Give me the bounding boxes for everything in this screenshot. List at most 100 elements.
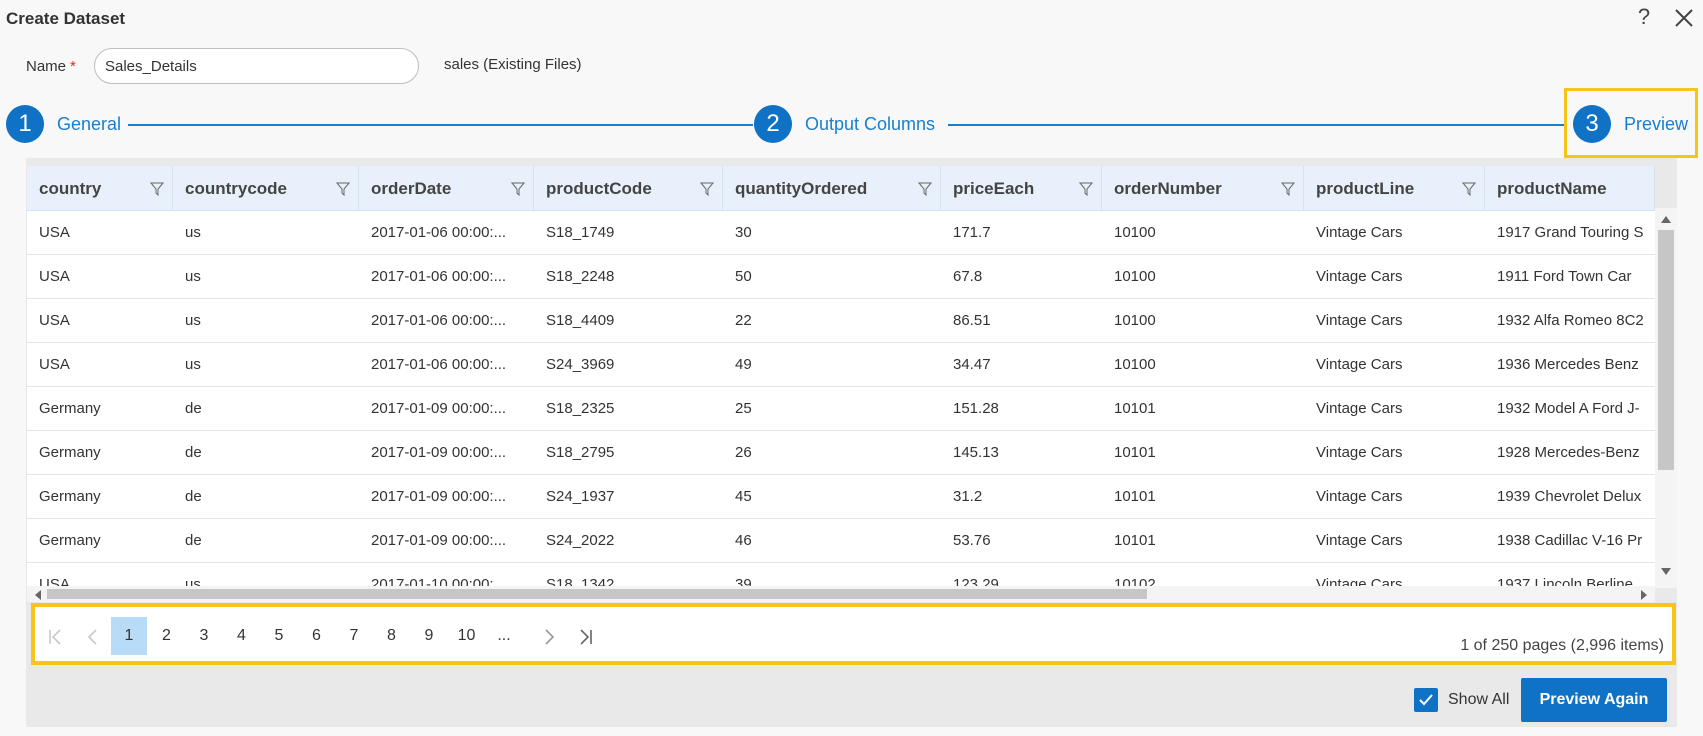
horizontal-scroll-thumb[interactable]: [47, 589, 1147, 599]
column-header-3[interactable]: productCode: [534, 166, 723, 211]
name-input[interactable]: [94, 48, 419, 84]
column-header-label: orderDate: [371, 178, 452, 198]
page-5[interactable]: 5: [261, 617, 297, 655]
help-icon[interactable]: ?: [1632, 4, 1656, 34]
page-7[interactable]: 7: [336, 617, 372, 655]
filter-icon[interactable]: [510, 181, 526, 197]
page-1[interactable]: 1: [111, 617, 147, 655]
table-cell: Vintage Cars: [1316, 532, 1403, 549]
last-page-icon[interactable]: [576, 627, 596, 647]
step-general[interactable]: 1 General: [6, 105, 121, 143]
table-cell: 53.76: [953, 532, 991, 549]
table-cell: 2017-01-09 00:00:...: [371, 532, 507, 549]
table-row[interactable]: USA us 2017-01-06 00:00:... S18_1749 30 171.7…: [27, 211, 1655, 255]
table-cell: 1936 Mercedes Benz: [1497, 356, 1639, 373]
pager: 1 2 3 4 5 6 7 8 9 10... 1 of 250 pages (2,996 ite…: [31, 603, 1676, 665]
step-number-2: 2: [754, 105, 792, 143]
table-cell: us: [185, 576, 201, 586]
vertical-scrollbar[interactable]: [1655, 208, 1677, 588]
check-icon[interactable]: [1414, 688, 1438, 712]
preview-again-button[interactable]: Preview Again: [1521, 678, 1667, 722]
table-cell: 67.8: [953, 268, 983, 285]
column-header-6[interactable]: orderNumber: [1102, 166, 1304, 211]
horizontal-scrollbar[interactable]: [27, 586, 1655, 602]
next-page-icon[interactable]: [539, 627, 559, 647]
step-output-columns[interactable]: 2 Output Columns: [754, 105, 935, 143]
column-header-label: productCode: [546, 178, 652, 198]
table-row[interactable]: Germany de 2017-01-09 00:00:... S24_1937 45 3…: [27, 475, 1655, 519]
filter-icon[interactable]: [149, 181, 165, 197]
table-cell: Vintage Cars: [1316, 488, 1403, 505]
first-page-icon[interactable]: [45, 627, 65, 647]
table-cell: de: [185, 400, 202, 417]
table-cell: 2017-01-06 00:00:...: [371, 268, 507, 285]
data-grid: country countrycode orderDate productCode qu…: [27, 166, 1655, 586]
step-label-output-columns: Output Columns: [805, 113, 936, 134]
page-8[interactable]: 8: [374, 617, 410, 655]
page-2[interactable]: 2: [149, 617, 185, 655]
page-4[interactable]: 4: [224, 617, 260, 655]
table-cell: 1939 Chevrolet Delux: [1497, 488, 1642, 505]
column-header-7[interactable]: productLine: [1304, 166, 1485, 211]
scroll-down-icon[interactable]: [1661, 568, 1671, 575]
column-header-0[interactable]: country: [27, 166, 173, 211]
page-6[interactable]: 6: [299, 617, 335, 655]
table-row[interactable]: Germany de 2017-01-09 00:00:... S18_2795 26 1…: [27, 431, 1655, 475]
table-cell: USA: [39, 356, 70, 373]
scroll-left-icon[interactable]: [35, 590, 41, 600]
vertical-scroll-thumb[interactable]: [1658, 230, 1674, 470]
table-cell: 45: [735, 488, 752, 505]
table-cell: 10102: [1114, 576, 1156, 586]
table-cell: 39: [735, 576, 752, 586]
scroll-up-icon[interactable]: [1661, 216, 1671, 223]
table-cell: Germany: [39, 488, 101, 505]
filter-icon[interactable]: [1078, 181, 1094, 197]
table-cell: 2017-01-10 00:00:...: [371, 576, 507, 586]
table-cell: 10100: [1114, 268, 1156, 285]
filter-icon[interactable]: [1280, 181, 1296, 197]
column-header-2[interactable]: orderDate: [359, 166, 534, 211]
table-cell: de: [185, 488, 202, 505]
page-10[interactable]: 10: [449, 617, 485, 655]
prev-page-icon[interactable]: [83, 627, 103, 647]
filter-icon[interactable]: [1461, 181, 1477, 197]
step-number-1: 1: [6, 105, 44, 143]
table-cell: us: [185, 224, 201, 241]
column-header-1[interactable]: countrycode: [173, 166, 359, 211]
table-row[interactable]: USA us 2017-01-10 00:00:... S18_1342 39 123.2…: [27, 563, 1655, 586]
filter-icon[interactable]: [917, 181, 933, 197]
table-cell: 2017-01-06 00:00:...: [371, 312, 507, 329]
table-cell: 25: [735, 400, 752, 417]
name-label-text: Name: [26, 58, 67, 75]
table-cell: Germany: [39, 400, 101, 417]
table-row[interactable]: USA us 2017-01-06 00:00:... S18_4409 22 86.51…: [27, 299, 1655, 343]
table-cell: 145.13: [953, 444, 999, 461]
column-header-label: productLine: [1316, 178, 1415, 198]
table-cell: 10100: [1114, 224, 1156, 241]
table-cell: 1928 Mercedes-Benz: [1497, 444, 1640, 461]
table-cell: S18_2325: [546, 400, 615, 417]
table-cell: S24_3969: [546, 356, 615, 373]
page-3[interactable]: 3: [186, 617, 222, 655]
table-cell: 2017-01-06 00:00:...: [371, 224, 507, 241]
table-cell: us: [185, 268, 201, 285]
table-cell: S18_4409: [546, 312, 615, 329]
table-row[interactable]: Germany de 2017-01-09 00:00:... S18_2325 25 1…: [27, 387, 1655, 431]
table-row[interactable]: Germany de 2017-01-09 00:00:... S24_2022 46 5…: [27, 519, 1655, 563]
show-all-checkbox[interactable]: Show All: [1414, 688, 1509, 712]
step-label-general: General: [57, 113, 122, 134]
table-cell: S18_2248: [546, 268, 615, 285]
close-icon[interactable]: [1672, 6, 1696, 30]
column-header-4[interactable]: quantityOrdered: [723, 166, 941, 211]
filter-icon[interactable]: [699, 181, 715, 197]
table-row[interactable]: USA us 2017-01-06 00:00:... S24_3969 49 34.47…: [27, 343, 1655, 387]
page-9[interactable]: 9: [411, 617, 447, 655]
column-header-label: country: [39, 178, 102, 198]
page-more[interactable]: ...: [486, 617, 522, 655]
table-cell: Germany: [39, 532, 101, 549]
scroll-right-icon[interactable]: [1641, 590, 1647, 600]
table-row[interactable]: USA us 2017-01-06 00:00:... S18_2248 50 67.8 1…: [27, 255, 1655, 299]
column-header-8[interactable]: productName: [1485, 166, 1655, 211]
filter-icon[interactable]: [335, 181, 351, 197]
column-header-5[interactable]: priceEach: [941, 166, 1102, 211]
